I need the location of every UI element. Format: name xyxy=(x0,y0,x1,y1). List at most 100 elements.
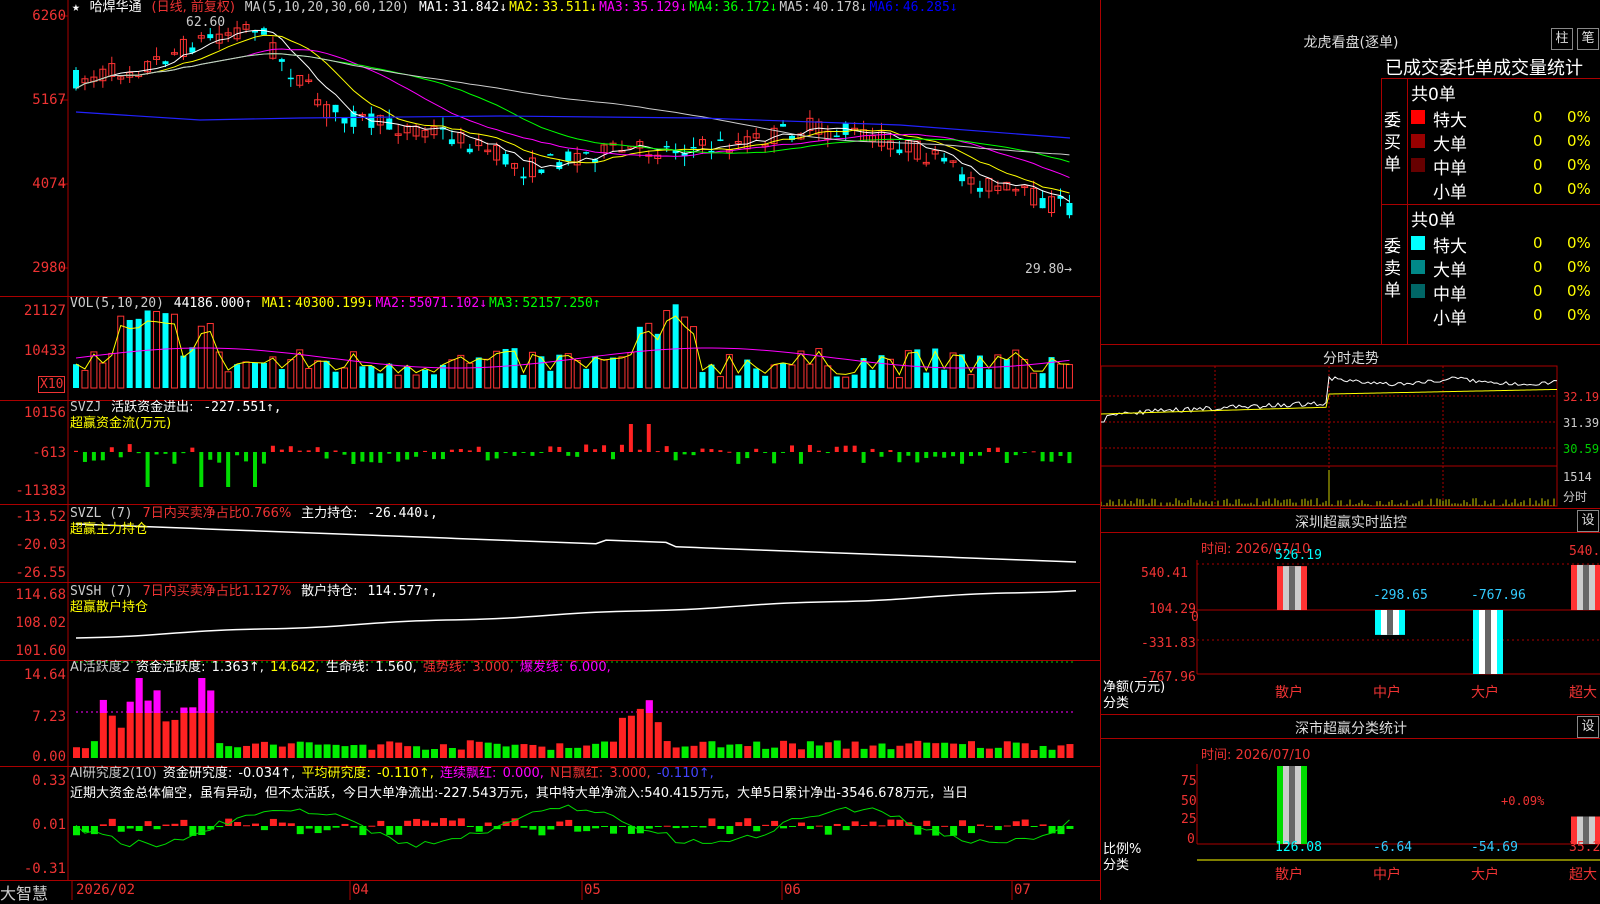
order-row: 特大 0 0% xyxy=(1411,232,1600,257)
activity-bar xyxy=(842,748,850,758)
activity-bar xyxy=(699,741,707,758)
ai-research-chart[interactable] xyxy=(0,766,1100,880)
activity-bar-top xyxy=(189,707,197,713)
order-row: 大单 0 0% xyxy=(1411,256,1600,281)
flow-bar xyxy=(933,452,938,457)
activity-bar xyxy=(404,746,412,758)
research-bar xyxy=(959,820,967,826)
y-label: 540.41 xyxy=(1141,566,1188,581)
y-label: 50 xyxy=(1181,794,1197,809)
color-swatch xyxy=(1411,236,1425,250)
vol-ma-label: MA2: xyxy=(375,296,407,311)
flow-bar xyxy=(745,452,750,459)
bar-value: 35.25 xyxy=(1569,840,1600,855)
vol-bar xyxy=(583,368,590,388)
tick-view-button[interactable]: 笔 xyxy=(1577,28,1599,50)
research-bar xyxy=(422,820,430,826)
activity-bar xyxy=(180,707,188,758)
activity-bar xyxy=(243,745,251,758)
activity-bar xyxy=(502,746,510,758)
vol-bar xyxy=(502,348,509,388)
research-bar xyxy=(538,826,546,836)
candle xyxy=(269,36,277,60)
y-label: 14.64 xyxy=(23,667,66,683)
research-bar xyxy=(1012,821,1020,826)
vol-bar xyxy=(520,374,527,388)
research-bar xyxy=(413,818,421,826)
intraday-chart[interactable] xyxy=(1101,344,1600,508)
flow-bar xyxy=(530,452,535,456)
research-bar xyxy=(90,826,98,835)
vol-bar xyxy=(252,362,258,388)
research-bar xyxy=(1048,826,1056,834)
ai1-v4: 3.000, xyxy=(472,660,514,675)
flow-bar xyxy=(915,452,920,463)
order-pct: 0% xyxy=(1567,258,1591,276)
activity-bar xyxy=(726,744,734,758)
bar-value: 526.19 xyxy=(1275,548,1322,563)
research-bar xyxy=(296,826,304,835)
ai2-title: AI研究度2(10) xyxy=(70,766,157,781)
flow-bar xyxy=(253,452,257,487)
flow-bar xyxy=(476,446,481,452)
favorite-star-icon[interactable]: ★ xyxy=(72,0,80,15)
activity-bar xyxy=(941,742,949,758)
svzl-desc: 7日内买卖净占比0.766% xyxy=(142,506,292,521)
color-swatch xyxy=(1411,110,1425,124)
activity-bar xyxy=(601,741,609,758)
activity-bar xyxy=(797,749,805,758)
svzj-title: SVZJ xyxy=(70,400,102,415)
kline-pane[interactable]: 6260 5167 4074 2980 ★ 哈焊华通 (日线, 前复权) MA(… xyxy=(0,0,1100,297)
y-label: 104.29 xyxy=(1149,602,1196,617)
activity-bar xyxy=(556,743,564,758)
ai-activity-pane[interactable]: 14.64 7.23 0.00 AI活跃度2 资金活跃度: 1.363↑, 14… xyxy=(0,660,1100,767)
vol-bar xyxy=(81,369,89,389)
bar-category: 大户 xyxy=(1471,867,1499,883)
activity-bar xyxy=(341,746,349,758)
vol-ma-value: 55071.102↓ xyxy=(408,296,488,311)
candle xyxy=(144,60,152,75)
vol-bar xyxy=(941,369,948,388)
flow-bar xyxy=(772,452,777,464)
kline-chart[interactable] xyxy=(0,0,1100,296)
vol-bar xyxy=(234,364,241,388)
vol-ma-label: MA3: xyxy=(489,296,521,311)
activity-bar xyxy=(368,749,376,758)
research-bar xyxy=(180,819,188,826)
flow-bar xyxy=(539,452,544,453)
svzl-pane[interactable]: -13.52 -20.03 -26.55 SVZL (7) 7日内买卖净占比0.… xyxy=(0,504,1100,583)
flow-bar xyxy=(333,450,338,452)
vol-bar xyxy=(359,366,366,388)
order-count: 0 xyxy=(1533,234,1543,252)
candle xyxy=(323,100,331,127)
candle xyxy=(484,142,492,155)
x-label: 05 xyxy=(584,882,601,898)
vol-bar xyxy=(260,363,267,388)
ai-research-pane[interactable]: 0.33 0.01 -0.31 AI研究度2(10) 资金研究度: -0.034… xyxy=(0,766,1100,881)
vol-pane[interactable]: 21127 10433 X10 VOL(5,10,20) 44186.000↑ … xyxy=(0,296,1100,401)
vol-bar xyxy=(895,377,903,389)
period-label[interactable]: (日线, 前复权) xyxy=(152,0,235,15)
flow-bar xyxy=(405,452,410,460)
research-bar xyxy=(162,824,170,826)
intraday-panel[interactable]: 分时走势 32.19 31.39 30.59 1514 分时 xyxy=(1100,344,1600,509)
x-label: 06 xyxy=(784,882,801,898)
class-bar xyxy=(1277,766,1307,844)
ai1-l3: 生命线: xyxy=(325,660,370,675)
candle xyxy=(959,167,966,187)
research-bar xyxy=(448,820,456,826)
activity-bar xyxy=(466,740,474,758)
research-bar xyxy=(923,820,931,826)
flow-bar xyxy=(127,444,132,452)
flow-bar xyxy=(798,452,803,464)
bar-view-button[interactable]: 柱 xyxy=(1551,28,1573,50)
svsh-pane[interactable]: 114.68 108.02 101.60 SVSH (7) 7日内买卖净占比1.… xyxy=(0,582,1100,661)
svzj-pane[interactable]: 10156 -613 -11383 SVZJ 活跃资金进出: -227.551↑… xyxy=(0,400,1100,505)
vol-bar xyxy=(851,374,858,388)
ai2-v3: 0.000, xyxy=(502,766,544,781)
vol-ma-value: 40300.199↓ xyxy=(295,296,374,311)
vol-bar xyxy=(73,364,79,388)
activity-bar xyxy=(386,741,394,758)
activity-bar xyxy=(654,722,662,758)
candle xyxy=(1030,180,1038,209)
